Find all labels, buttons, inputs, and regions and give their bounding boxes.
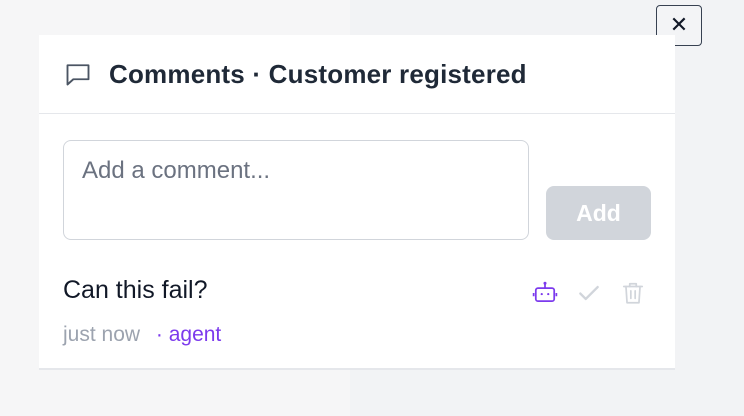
check-icon <box>579 285 599 301</box>
delete-button[interactable] <box>619 279 647 307</box>
comment-timestamp: just now <box>63 323 141 346</box>
comment-text: Can this fail? <box>63 276 208 304</box>
comment-icon <box>66 64 90 86</box>
trash-icon <box>622 282 644 304</box>
resolve-button[interactable] <box>575 279 603 307</box>
robot-icon <box>532 281 558 302</box>
panel-title: Comments · Customer registered <box>109 58 527 89</box>
comment-composer: Add <box>63 140 675 240</box>
comments-panel: Comments · Customer registered Add Can t… <box>39 35 675 370</box>
comment-input[interactable] <box>63 140 529 240</box>
comment-meta: just now · agent <box>63 323 221 347</box>
agent-action-button[interactable] <box>531 279 559 307</box>
comment-author: · agent <box>155 323 222 346</box>
comment-item: Can this fail? just now · agent <box>63 271 651 351</box>
add-comment-button[interactable]: Add <box>546 186 651 240</box>
panel-divider <box>39 368 675 370</box>
panel-header: Comments · Customer registered <box>39 35 675 114</box>
